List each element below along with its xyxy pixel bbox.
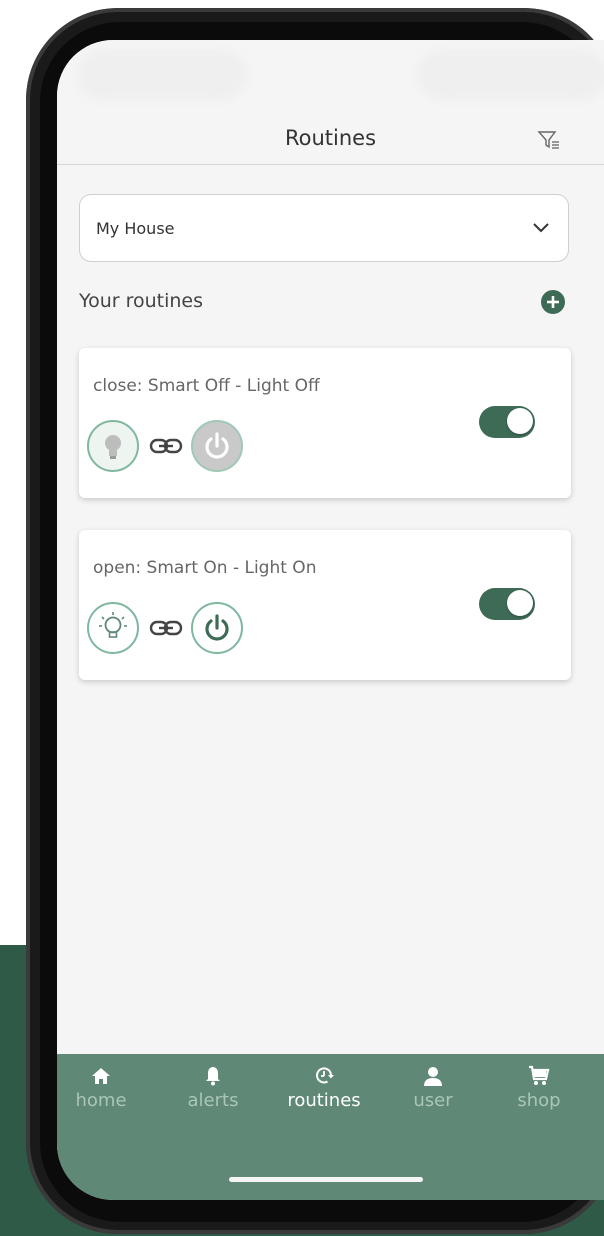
status-bar bbox=[57, 40, 604, 118]
nav-item-shop[interactable]: shop bbox=[489, 1064, 589, 1111]
routine-card[interactable]: close: Smart Off - Light Off bbox=[79, 348, 571, 498]
bell-icon bbox=[206, 1067, 220, 1086]
routine-toggle[interactable] bbox=[479, 588, 535, 620]
status-bar-left-blurred bbox=[77, 50, 247, 100]
nav-label: user bbox=[413, 1090, 453, 1111]
routine-toggle[interactable] bbox=[479, 406, 535, 438]
header: Routines bbox=[57, 118, 604, 165]
home-icon bbox=[92, 1068, 110, 1084]
routine-icons bbox=[87, 602, 257, 658]
routine-card[interactable]: open: Smart On - Light On bbox=[79, 530, 571, 680]
status-bar-right-blurred bbox=[417, 50, 604, 100]
toggle-knob bbox=[507, 408, 533, 434]
nav-label: alerts bbox=[187, 1090, 239, 1111]
toggle-knob bbox=[507, 590, 533, 616]
nav-item-user[interactable]: user bbox=[383, 1064, 483, 1111]
cart-icon bbox=[529, 1065, 550, 1085]
filter-icon[interactable] bbox=[537, 128, 561, 152]
nav-item-alerts[interactable]: alerts bbox=[163, 1064, 263, 1111]
nav-item-routines[interactable]: routines bbox=[274, 1064, 374, 1111]
bulb-on-icon bbox=[87, 602, 139, 654]
power-off-icon bbox=[191, 420, 243, 472]
user-icon bbox=[424, 1067, 442, 1086]
routines-section-title: Your routines bbox=[79, 290, 204, 312]
house-select[interactable]: My House bbox=[79, 194, 569, 262]
house-select-value: My House bbox=[96, 219, 175, 238]
home-indicator bbox=[229, 1177, 423, 1182]
link-icon bbox=[149, 438, 183, 454]
routine-title: close: Smart Off - Light Off bbox=[93, 376, 320, 396]
routine-title: open: Smart On - Light On bbox=[93, 558, 317, 578]
bulb-off-icon bbox=[87, 420, 139, 472]
routine-clock-icon bbox=[316, 1067, 334, 1084]
chevron-down-icon bbox=[533, 223, 549, 233]
nav-label: home bbox=[75, 1090, 127, 1111]
add-routine-icon[interactable] bbox=[540, 289, 566, 315]
nav-label: shop bbox=[517, 1090, 561, 1111]
nav-label: routines bbox=[287, 1090, 361, 1111]
app-screen: Routines My House Your routines close: S… bbox=[57, 40, 604, 1200]
power-on-icon bbox=[191, 602, 243, 654]
link-icon bbox=[149, 620, 183, 636]
nav-item-home[interactable]: home bbox=[57, 1064, 151, 1111]
page-title: Routines bbox=[284, 126, 377, 150]
routine-icons bbox=[87, 420, 257, 476]
